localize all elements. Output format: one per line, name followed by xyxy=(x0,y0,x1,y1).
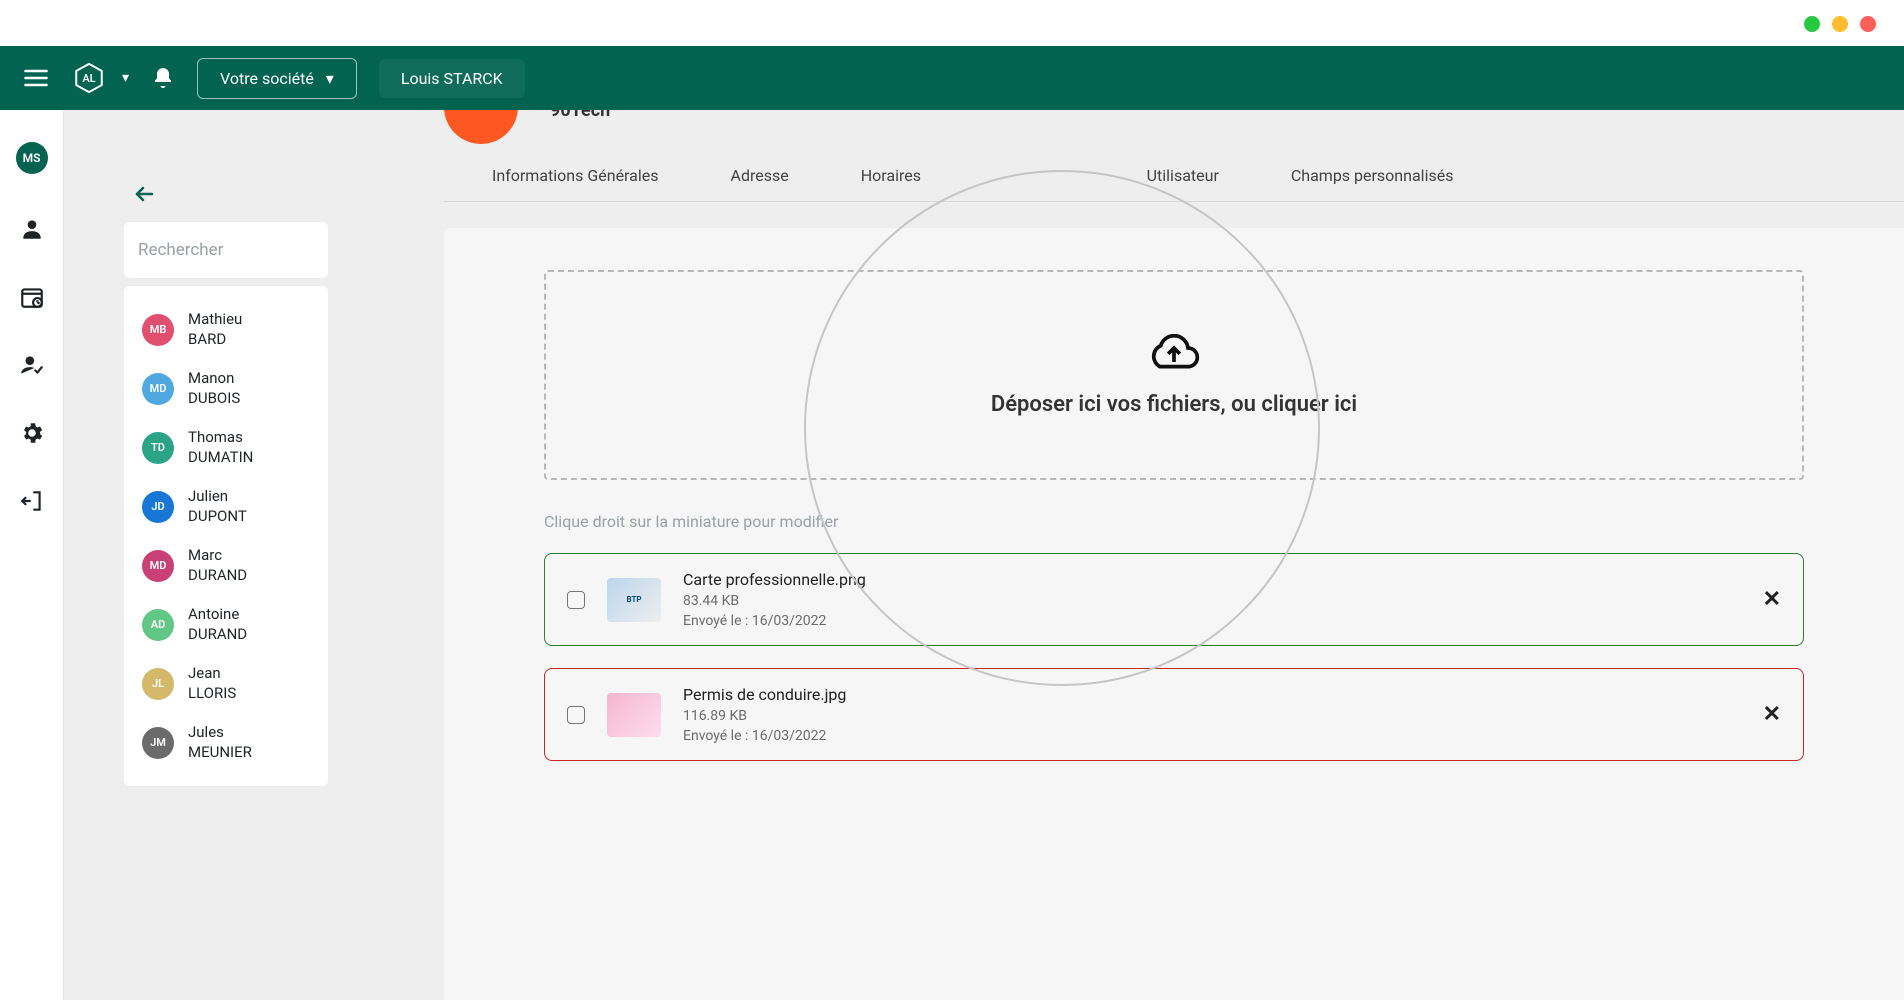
file-checkbox[interactable] xyxy=(567,591,585,609)
current-user-name: Louis STARCK xyxy=(401,69,503,88)
app-logo-text: AL xyxy=(82,72,95,85)
cloud-upload-icon xyxy=(1144,334,1204,376)
people-panel: Rechercher MBMathieuBARDMDManonDUBOISTDT… xyxy=(124,110,328,1000)
file-sent-date: Envoyé le : 16/03/2022 xyxy=(683,728,1741,744)
people-list: MB MathieuBARD MD ManonDUBOIS TD ThomasDUMATI… xyxy=(124,286,328,786)
person-name: ThomasDUMATIN xyxy=(188,428,253,467)
gear-icon[interactable] xyxy=(19,420,45,446)
company-selector-button[interactable]: Votre société ▾ xyxy=(197,58,357,99)
file-size: 116.89 KB xyxy=(683,708,1741,724)
person-avatar: MB xyxy=(142,314,174,346)
tab-hours[interactable]: Horaires xyxy=(861,160,921,191)
logout-icon[interactable] xyxy=(19,488,45,514)
window-controls xyxy=(1804,16,1876,32)
person-item[interactable]: MD MarcDURAND xyxy=(124,536,328,595)
bell-icon[interactable] xyxy=(151,66,175,90)
dropzone-text: Déposer ici vos fichiers, ou cliquer ici xyxy=(991,392,1357,417)
close-icon[interactable]: ✕ xyxy=(1763,702,1781,727)
file-dropzone[interactable]: Déposer ici vos fichiers, ou cliquer ici xyxy=(544,270,1804,480)
search-placeholder: Rechercher xyxy=(138,240,223,260)
search-input[interactable]: Rechercher xyxy=(124,222,328,278)
app-logo[interactable]: AL xyxy=(72,61,106,95)
nav-sidebar: MS xyxy=(0,110,64,1000)
topbar: AL ▾ Votre société ▾ Louis STARCK xyxy=(0,46,1904,110)
menu-icon[interactable] xyxy=(22,64,50,92)
current-user-initials: MS xyxy=(23,151,41,165)
content: Rechercher MBMathieuBARDMDManonDUBOISTDT… xyxy=(64,110,1904,1000)
person-item[interactable]: JD JulienDUPONT xyxy=(124,477,328,536)
file-sent-date: Envoyé le : 16/03/2022 xyxy=(683,613,1741,629)
person-avatar: JD xyxy=(142,491,174,523)
file-thumbnail[interactable] xyxy=(607,693,661,737)
person-name: JeanLLORIS xyxy=(188,664,236,703)
org-logo xyxy=(444,110,518,144)
file-thumbnail[interactable]: BTP xyxy=(607,578,661,622)
chevron-down-icon: ▾ xyxy=(326,69,334,88)
calendar-clock-icon[interactable] xyxy=(19,284,45,310)
person-avatar: MD xyxy=(142,373,174,405)
thumbnail-hint: Clique droit sur la miniature pour modif… xyxy=(544,512,1804,531)
person-item[interactable]: MB MathieuBARD xyxy=(124,300,328,359)
person-item[interactable]: TD ThomasDUMATIN xyxy=(124,418,328,477)
file-info: Carte professionnelle.png 83.44 KB Envoyé … xyxy=(683,570,1741,629)
tab-address[interactable]: Adresse xyxy=(731,160,789,191)
person-avatar: TD xyxy=(142,432,174,464)
org-name: 90Tech xyxy=(550,110,610,121)
file-size: 83.44 KB xyxy=(683,593,1741,609)
person-name: MathieuBARD xyxy=(188,310,242,349)
chevron-down-icon[interactable]: ▾ xyxy=(122,70,129,86)
person-item[interactable]: JL JeanLLORIS xyxy=(124,654,328,713)
person-item[interactable]: JM JulesMEUNIER xyxy=(124,713,328,772)
window-maximize-dot[interactable] xyxy=(1832,16,1848,32)
window-close-dot[interactable] xyxy=(1860,16,1876,32)
person-name: ManonDUBOIS xyxy=(188,369,240,408)
main-panel: 90Tech Informations Générales Adresse Ho… xyxy=(384,110,1904,1000)
company-selector-label: Votre société xyxy=(220,69,314,88)
current-user-avatar[interactable]: MS xyxy=(16,142,48,174)
person-avatar: AD xyxy=(142,609,174,641)
file-info: Permis de conduire.jpg 116.89 KB Envoyé le… xyxy=(683,685,1741,744)
person-icon[interactable] xyxy=(19,216,45,242)
current-user-chip[interactable]: Louis STARCK xyxy=(379,59,525,98)
tab-custom[interactable]: Champs personnalisés xyxy=(1291,160,1454,191)
person-name: MarcDURAND xyxy=(188,546,247,585)
person-avatar: MD xyxy=(142,550,174,582)
person-name: AntoineDURAND xyxy=(188,605,247,644)
close-icon[interactable]: ✕ xyxy=(1763,587,1781,612)
person-avatar: JL xyxy=(142,668,174,700)
file-name: Carte professionnelle.png xyxy=(683,570,1741,589)
tab-user[interactable]: Utilisateur xyxy=(1147,160,1219,191)
tab-general[interactable]: Informations Générales xyxy=(492,160,659,191)
file-name: Permis de conduire.jpg xyxy=(683,685,1741,704)
person-check-icon[interactable] xyxy=(19,352,45,378)
file-row: Permis de conduire.jpg 116.89 KB Envoyé le… xyxy=(544,668,1804,761)
tabs: Informations Générales Adresse Horaires … xyxy=(444,150,1904,202)
person-item[interactable]: MD ManonDUBOIS xyxy=(124,359,328,418)
file-checkbox[interactable] xyxy=(567,706,585,724)
person-name: JulesMEUNIER xyxy=(188,723,252,762)
person-avatar: JM xyxy=(142,727,174,759)
documents-card: Déposer ici vos fichiers, ou cliquer ici… xyxy=(444,228,1904,1000)
file-row: BTP Carte professionnelle.png 83.44 KB Envo… xyxy=(544,553,1804,646)
person-item[interactable]: AD AntoineDURAND xyxy=(124,595,328,654)
back-arrow-icon[interactable] xyxy=(132,182,160,206)
window-minimize-dot[interactable] xyxy=(1804,16,1820,32)
person-name: JulienDUPONT xyxy=(188,487,247,526)
